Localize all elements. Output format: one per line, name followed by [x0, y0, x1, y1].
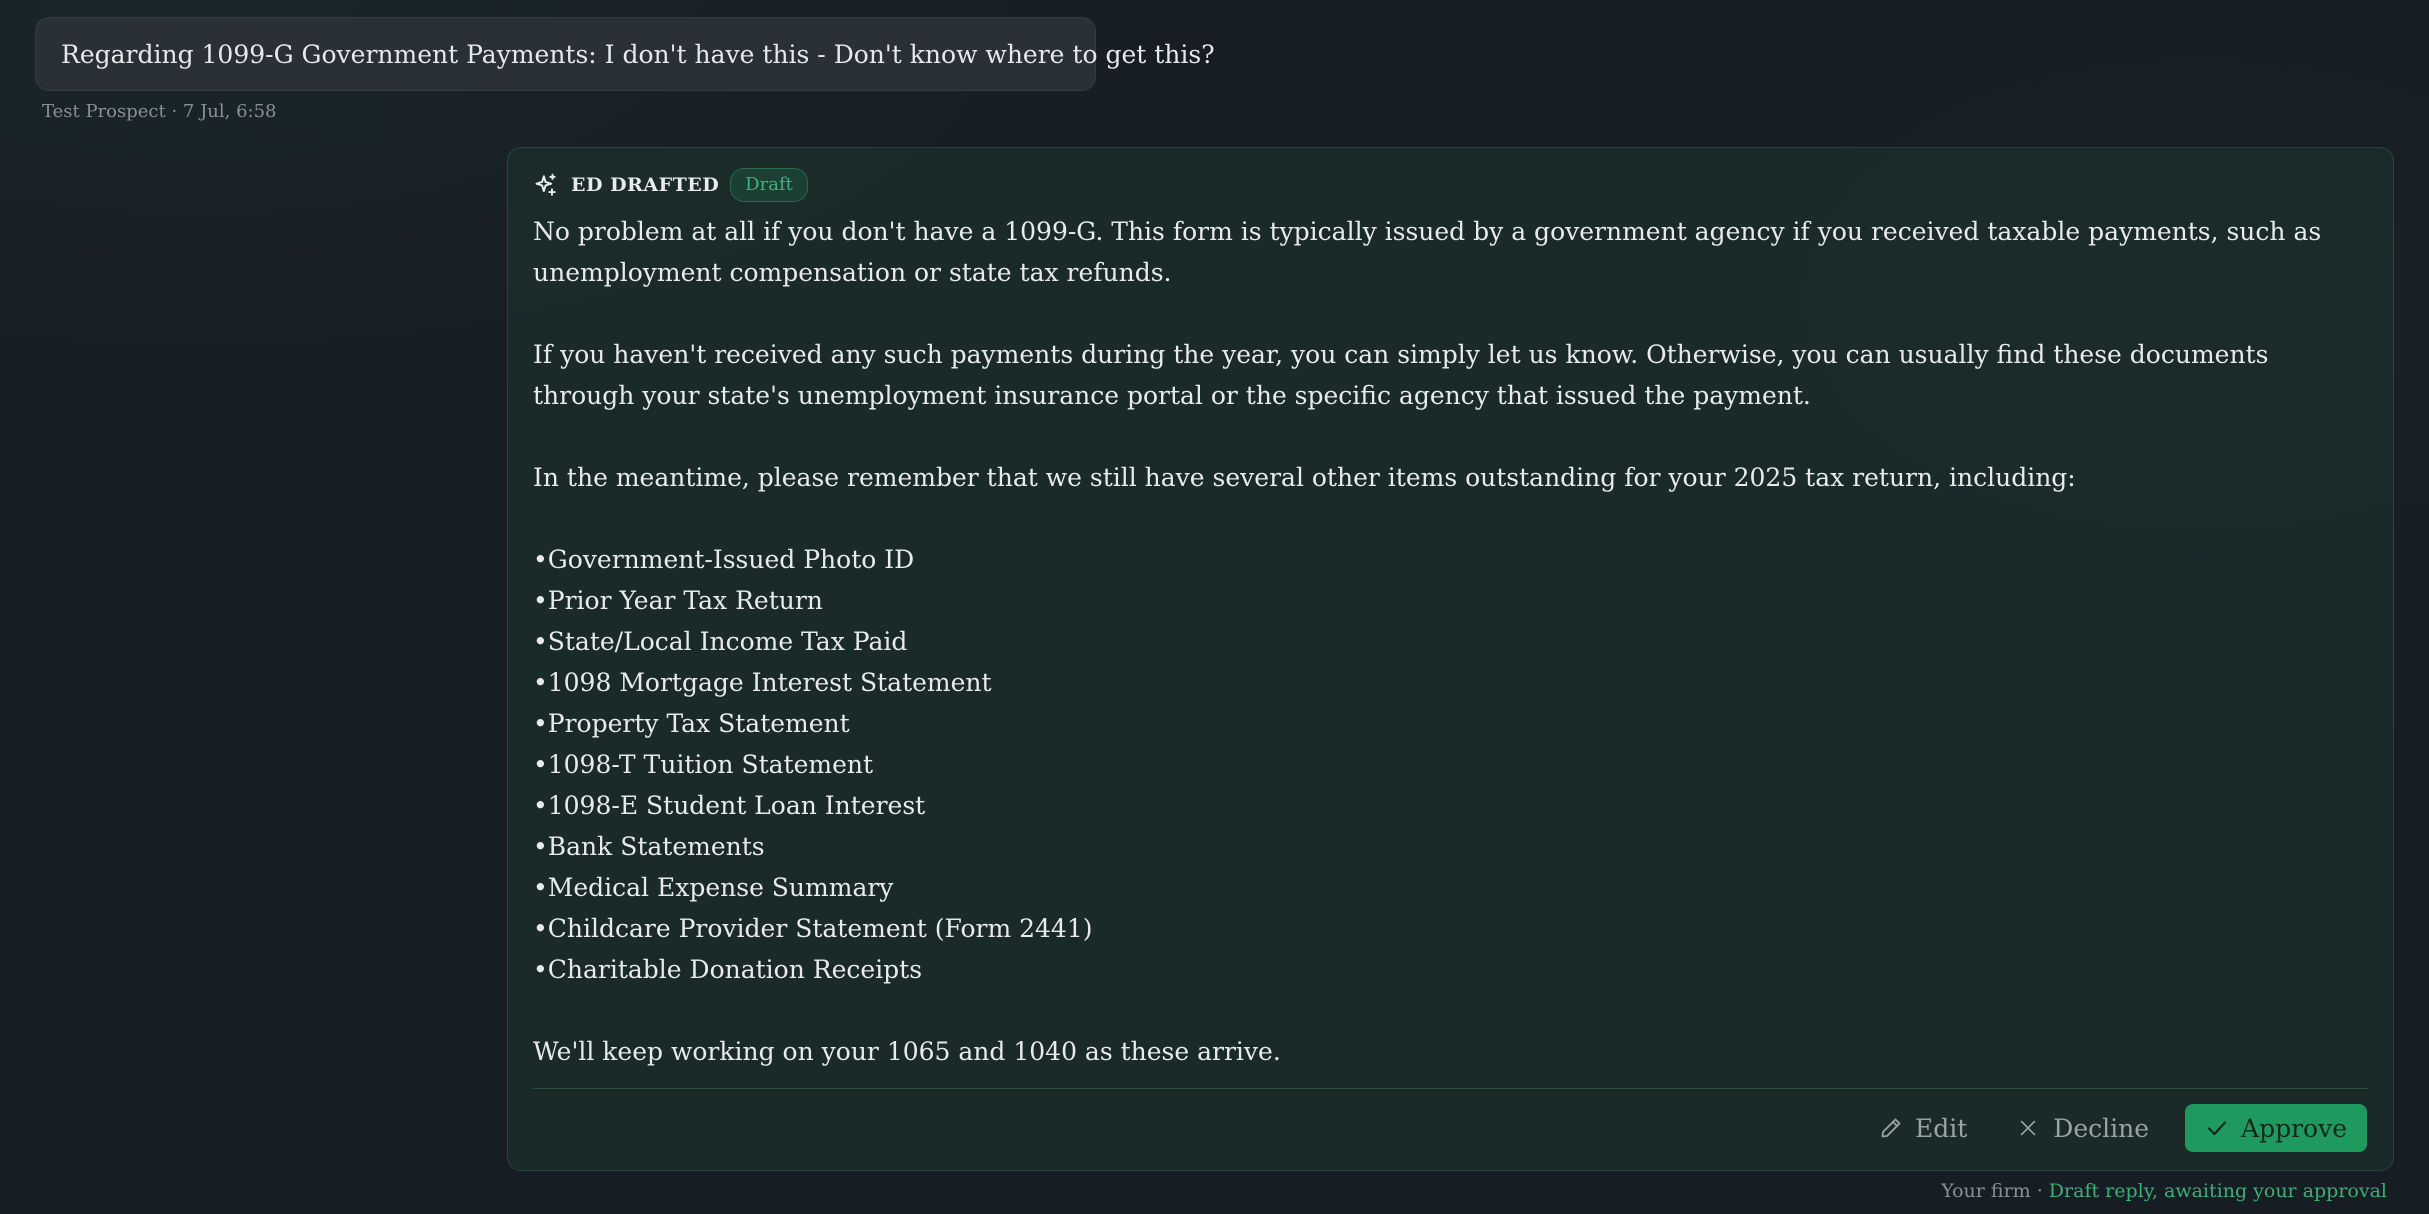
- incoming-message-bubble: Regarding 1099-G Government Payments: I …: [35, 17, 1215, 91]
- card-divider: [533, 1088, 2369, 1089]
- footer-sender: Your firm ·: [1941, 1180, 2049, 1202]
- decline-label: Decline: [2053, 1113, 2150, 1143]
- draft-reply-card: ED DRAFTED Draft No problem at all if yo…: [507, 147, 2394, 1171]
- list-item: State/Local Income Tax Paid: [533, 621, 2373, 662]
- edit-label: Edit: [1914, 1113, 1968, 1143]
- draft-paragraph: In the meantime, please remember that we…: [533, 463, 2076, 492]
- list-item: 1098 Mortgage Interest Statement: [533, 662, 2373, 703]
- draft-paragraph: If you haven't received any such payment…: [533, 340, 2269, 410]
- outstanding-items-list: Government-Issued Photo ID Prior Year Ta…: [533, 539, 2373, 990]
- incoming-message-text: Regarding 1099-G Government Payments: I …: [61, 39, 1215, 69]
- draft-body: No problem at all if you don't have a 10…: [533, 211, 2373, 1113]
- list-item: 1098-E Student Loan Interest: [533, 785, 2373, 826]
- edit-button[interactable]: Edit: [1879, 1104, 1967, 1152]
- sparkle-icon: [533, 172, 559, 198]
- draft-paragraph: No problem at all if you don't have a 10…: [533, 217, 2322, 287]
- close-icon: [2017, 1117, 2039, 1139]
- list-item: Charitable Donation Receipts: [533, 949, 2373, 990]
- draft-header: ED DRAFTED Draft: [533, 167, 808, 203]
- draft-closing: We'll keep working on your 1065 and 1040…: [533, 1037, 1281, 1066]
- draft-actions: Edit Decline Approve: [1879, 1103, 2367, 1153]
- approve-label: Approve: [2241, 1113, 2347, 1143]
- approve-button[interactable]: Approve: [2185, 1104, 2367, 1152]
- list-item: 1098-T Tuition Statement: [533, 744, 2373, 785]
- list-item: Bank Statements: [533, 826, 2373, 867]
- incoming-message-meta: Test Prospect · 7 Jul, 6:58: [42, 101, 277, 122]
- draft-status-badge: Draft: [730, 168, 808, 202]
- list-item: Prior Year Tax Return: [533, 580, 2373, 621]
- list-item: Medical Expense Summary: [533, 867, 2373, 908]
- footer-status: Draft reply, awaiting your approval: [2048, 1180, 2387, 1202]
- list-item: Childcare Provider Statement (Form 2441): [533, 908, 2373, 949]
- decline-button[interactable]: Decline: [2017, 1104, 2149, 1152]
- draft-author-label: ED DRAFTED: [571, 174, 720, 196]
- check-icon: [2205, 1116, 2229, 1140]
- footer-meta: Your firm · Draft reply, awaiting your a…: [1941, 1180, 2387, 1202]
- list-item: Government-Issued Photo ID: [533, 539, 2373, 580]
- pencil-icon: [1879, 1116, 1903, 1140]
- list-item: Property Tax Statement: [533, 703, 2373, 744]
